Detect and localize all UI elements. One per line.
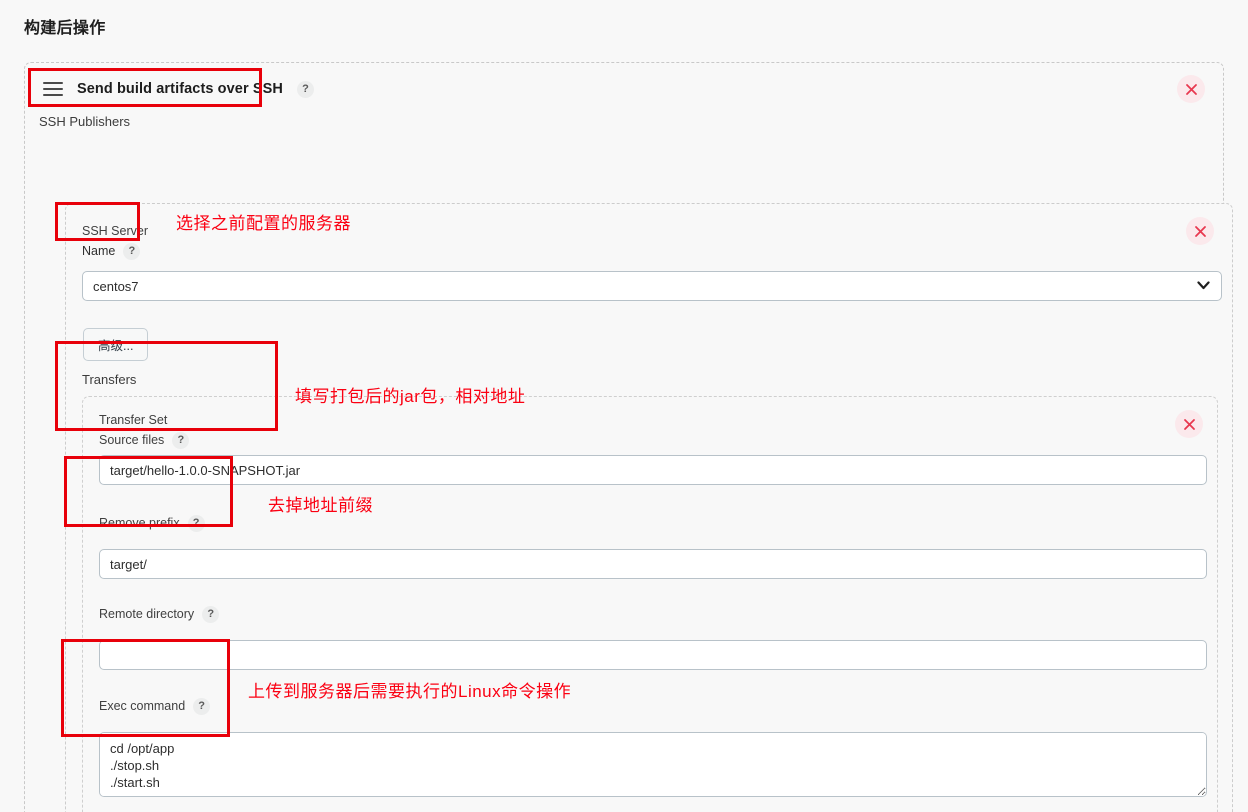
help-icon-publisher[interactable]: ? bbox=[296, 80, 314, 98]
help-icon-exec-command[interactable]: ? bbox=[193, 698, 211, 715]
remote-directory-label: Remote directory bbox=[99, 607, 195, 621]
transfers-label: Transfers bbox=[82, 372, 137, 387]
delete-transfer-set-button[interactable] bbox=[1175, 410, 1203, 438]
annotation-text-remove-prefix: 去掉地址前缀 bbox=[268, 496, 373, 515]
delete-publisher-button[interactable] bbox=[1177, 75, 1205, 103]
ssh-server-select-wrap: centos7 bbox=[82, 271, 1222, 301]
page-title: 构建后操作 bbox=[24, 20, 106, 37]
annotation-text-exec-command: 上传到服务器后需要执行的Linux命令操作 bbox=[248, 682, 572, 701]
help-icon-source-files[interactable]: ? bbox=[172, 432, 190, 449]
help-icon-remote-directory[interactable]: ? bbox=[202, 606, 220, 623]
annotation-text-server: 选择之前配置的服务器 bbox=[176, 214, 351, 233]
delete-server-button[interactable] bbox=[1186, 217, 1214, 245]
help-icon-server-name[interactable]: ? bbox=[123, 243, 141, 260]
ssh-server-select[interactable]: centos7 bbox=[82, 271, 1222, 301]
ssh-publishers-label: SSH Publishers bbox=[39, 114, 131, 129]
publisher-header: Send build artifacts over SSH ? bbox=[25, 63, 1223, 115]
annotation-text-source-files: 填写打包后的jar包，相对地址 bbox=[295, 387, 526, 406]
source-files-input[interactable] bbox=[99, 455, 1207, 485]
remote-directory-input[interactable] bbox=[99, 640, 1207, 670]
jenkins-post-build-page: 构建后操作 Send build artifacts over SSH ? SS… bbox=[0, 0, 1248, 812]
source-files-label: Source files bbox=[99, 433, 165, 447]
close-icon bbox=[1185, 83, 1197, 95]
remove-prefix-input[interactable] bbox=[99, 549, 1207, 579]
server-advanced-button[interactable]: 高级... bbox=[83, 328, 149, 361]
ssh-server-block: SSH Server Name ? centos7 高级... Transfer… bbox=[65, 203, 1233, 812]
drag-handle-icon[interactable] bbox=[43, 82, 63, 96]
ssh-publisher-block: Send build artifacts over SSH ? SSH Publ… bbox=[24, 62, 1233, 812]
remove-prefix-label: Remove prefix bbox=[99, 516, 180, 530]
transfer-set-block: Transfer Set Source files ? Remove prefi… bbox=[82, 396, 1218, 812]
help-icon-remove-prefix[interactable]: ? bbox=[187, 515, 205, 532]
exec-command-textarea[interactable] bbox=[99, 732, 1207, 797]
close-icon bbox=[1183, 418, 1195, 430]
exec-command-label: Exec command bbox=[99, 699, 186, 713]
ssh-server-label: SSH Server bbox=[82, 224, 148, 238]
close-icon bbox=[1194, 225, 1206, 237]
transfer-set-title: Transfer Set bbox=[99, 413, 168, 427]
publisher-title: Send build artifacts over SSH bbox=[77, 81, 283, 97]
ssh-server-name-label: Name bbox=[82, 244, 116, 258]
